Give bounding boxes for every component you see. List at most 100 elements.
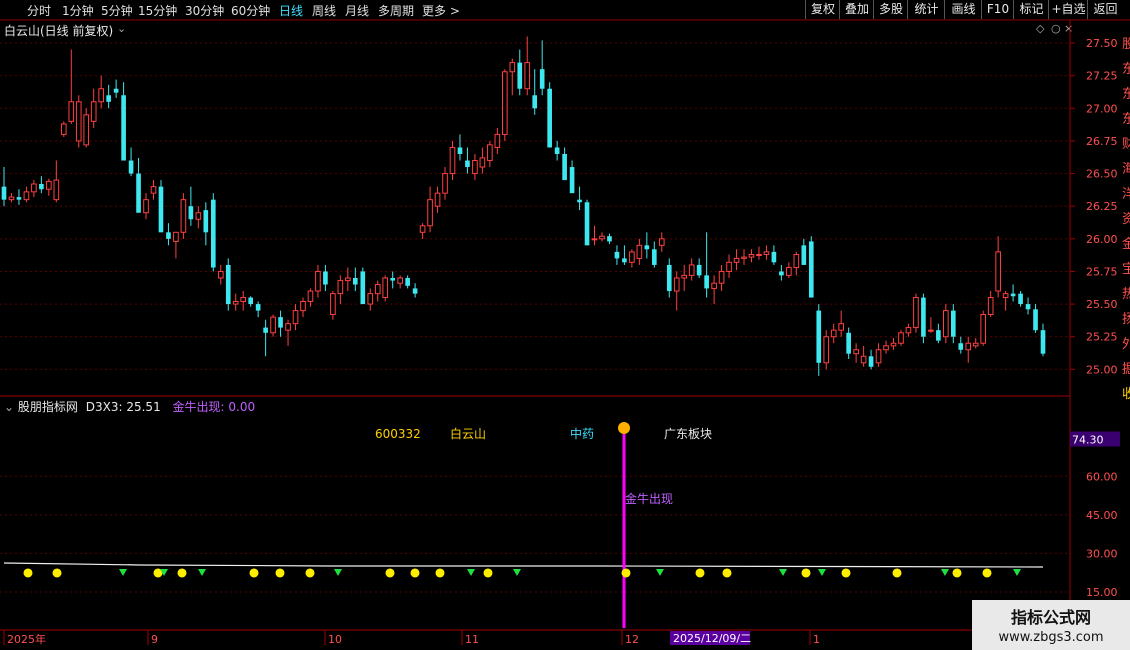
candle-body-down: [816, 310, 822, 363]
candle-body-up: [1002, 293, 1009, 299]
signal-dot: [801, 568, 811, 578]
price-tick-label: 26.50: [1086, 168, 1118, 181]
signal-dot: [385, 568, 395, 578]
candle-body-down: [958, 343, 964, 350]
candle-body-down: [808, 241, 814, 298]
candle-body-up: [442, 173, 448, 194]
candle-body-up: [636, 244, 643, 259]
candle-body-up: [763, 251, 770, 255]
right-edge-text: 东: [1122, 87, 1130, 102]
candle-body-up: [315, 270, 321, 292]
candle-body-up: [883, 345, 889, 351]
candle-body-up: [345, 277, 351, 282]
candle-body-up: [905, 327, 912, 334]
candle-body-up: [913, 297, 919, 329]
candle-body-up: [285, 323, 291, 331]
candle-body-down: [921, 297, 926, 337]
candle-body-down: [666, 264, 672, 292]
right-edge-text: 收: [1122, 387, 1130, 402]
candle-body-up: [786, 267, 792, 276]
candle-body-up: [195, 212, 202, 220]
d3x3-line: [3, 562, 1044, 568]
candle-body-up: [890, 342, 897, 347]
signal-triangle: [198, 568, 206, 576]
candle-body-up: [337, 280, 344, 295]
candle-body-down: [166, 232, 171, 239]
candle-body-up: [726, 261, 732, 272]
candle-body-up: [928, 329, 934, 332]
right-edge-text: 金: [1122, 236, 1130, 252]
signal-dot: [177, 568, 187, 578]
candle-body-up: [292, 310, 299, 325]
signal-triangle: [467, 568, 475, 576]
candle-body-up: [629, 251, 635, 263]
price-tick-label: 27.00: [1086, 102, 1118, 115]
date-label: 9: [151, 633, 158, 646]
money-bag-icon: [618, 422, 630, 434]
candle-body-up: [688, 264, 695, 276]
candle-body-down: [323, 271, 328, 285]
candle-body-down: [1018, 293, 1023, 305]
right-edge-text: 东: [1122, 112, 1130, 127]
candle-body-up: [718, 270, 725, 284]
candle-body-down: [390, 277, 396, 281]
stock-code: 600332: [375, 427, 421, 441]
candle-body-up: [591, 238, 598, 241]
candle-body-down: [651, 249, 657, 265]
candle-body-up: [995, 251, 1001, 292]
candle-body-up: [673, 277, 680, 292]
candle-body-up: [397, 277, 403, 284]
signal-dot: [841, 568, 851, 578]
candle-body-down: [577, 199, 582, 203]
signal-triangle: [779, 568, 787, 576]
candle-body-down: [255, 304, 261, 311]
candle-body-down: [248, 297, 253, 305]
candle-body-down: [547, 88, 552, 148]
sub-axis-top-value: 74.30: [1072, 434, 1104, 447]
candle-body-up: [217, 270, 224, 279]
cursor-date: 2025/12/09/二: [673, 632, 751, 645]
candle-body-up: [180, 199, 187, 233]
candle-body-down: [16, 197, 22, 200]
candle-body-up: [449, 146, 456, 175]
right-edge-text: 洋: [1122, 187, 1130, 202]
chart-area[interactable]: 25.00 25.25 25.50 25.75 26.00 26.25 26.50 26.75…: [0, 0, 1130, 650]
candle-body-up: [23, 191, 30, 201]
candle-body-down: [539, 69, 545, 89]
candle-body-down: [1040, 330, 1046, 354]
candle-body-up: [838, 323, 844, 331]
signal-dot: [275, 568, 285, 578]
sub-tick-label: 60.00: [1086, 470, 1118, 483]
candle-body-down: [696, 264, 702, 276]
candle-body-up: [382, 277, 389, 299]
price-tick-label: 26.75: [1086, 135, 1118, 148]
candle-body-up: [733, 257, 740, 263]
candle-body-down: [405, 277, 410, 286]
candle-body-up: [31, 183, 37, 193]
candle-body-down: [584, 202, 590, 246]
candle-body-up: [472, 160, 478, 175]
candle-body-down: [622, 258, 627, 263]
candle-body-up: [367, 293, 374, 305]
candle-body-up: [741, 256, 747, 259]
right-edge-text: 扬: [1122, 312, 1130, 327]
candle-body-up: [987, 297, 994, 316]
candle-body-up: [830, 329, 837, 338]
signal-dot: [952, 568, 962, 578]
candle-body-down: [106, 95, 111, 102]
candle-body-up: [509, 62, 516, 73]
candle-body-down: [412, 288, 418, 294]
candle-body-up: [524, 62, 531, 90]
candle-body-up: [75, 101, 82, 142]
candle-body-up: [943, 310, 949, 338]
jinniu-marker-label: 金牛出现: [625, 491, 673, 506]
candle-body-up: [711, 282, 717, 289]
candle-body-up: [748, 253, 755, 258]
price-tick-label: 27.50: [1086, 37, 1118, 50]
candle-body-down: [607, 236, 612, 242]
candle-body-down: [936, 330, 941, 341]
candle-body-up: [501, 71, 508, 135]
candle-body-up: [599, 235, 605, 240]
candle-body-up: [98, 88, 104, 103]
candle-body-up: [143, 199, 149, 214]
